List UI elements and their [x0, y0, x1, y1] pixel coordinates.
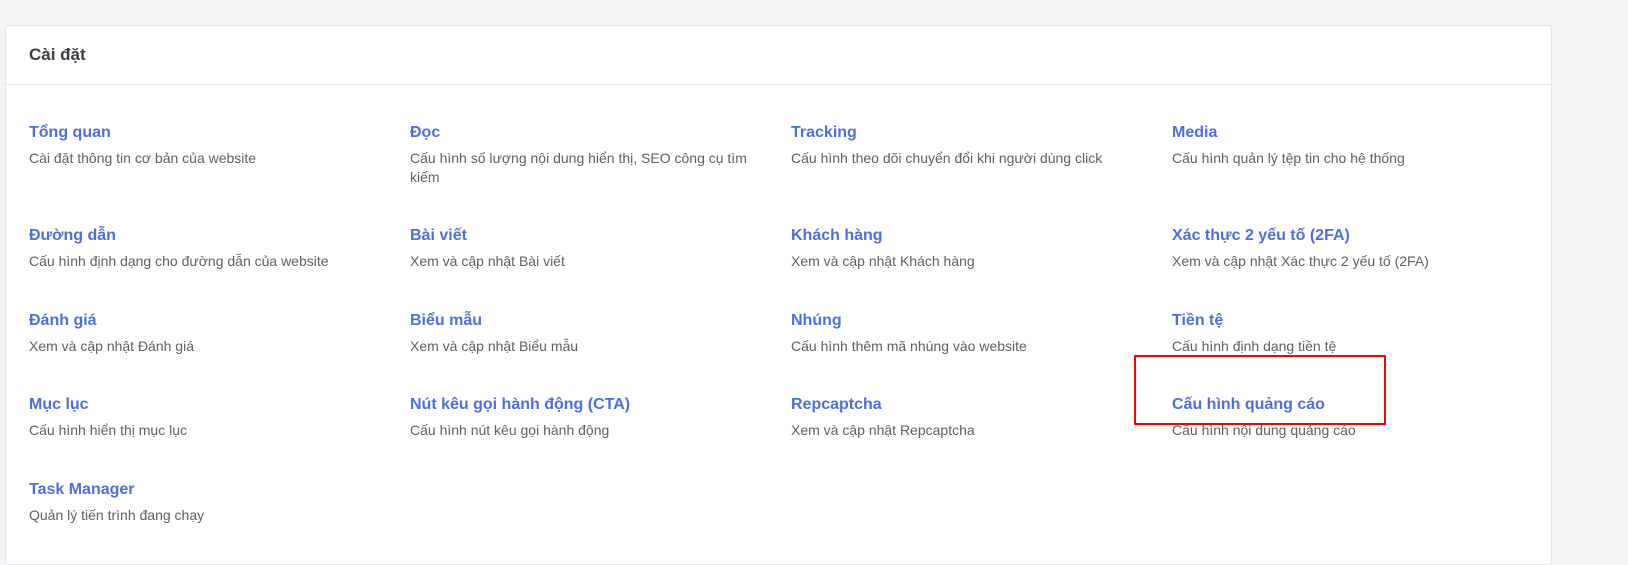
setting-link-2fa[interactable]: Xác thực 2 yếu tố (2FA)	[1172, 226, 1532, 246]
setting-desc-toc: Cấu hình hiển thị mục lục	[29, 422, 187, 438]
setting-item-tracking[interactable]: Tracking Cấu hình theo dõi chuyển đổi kh…	[791, 123, 1151, 168]
setting-link-task-manager[interactable]: Task Manager	[29, 480, 389, 500]
setting-item-overview[interactable]: Tổng quan Cài đặt thông tin cơ bản của w…	[29, 123, 389, 168]
setting-item-customers[interactable]: Khách hàng Xem và cập nhật Khách hàng	[791, 226, 1151, 271]
setting-link-currency[interactable]: Tiền tệ	[1172, 311, 1532, 331]
setting-desc-reviews: Xem và cập nhật Đánh giá	[29, 338, 194, 354]
setting-item-posts[interactable]: Bài viết Xem và cập nhật Bài viết	[410, 226, 770, 271]
setting-link-embed[interactable]: Nhúng	[791, 311, 1151, 331]
setting-item-task-manager[interactable]: Task Manager Quản lý tiến trình đang chạ…	[29, 480, 389, 525]
setting-item-reviews[interactable]: Đánh giá Xem và cập nhật Đánh giá	[29, 311, 389, 356]
setting-link-customers[interactable]: Khách hàng	[791, 226, 1151, 246]
setting-link-reading[interactable]: Đọc	[410, 123, 770, 143]
setting-link-posts[interactable]: Bài viết	[410, 226, 770, 246]
setting-item-toc[interactable]: Mục lục Cấu hình hiển thị mục lục	[29, 395, 389, 440]
setting-link-toc[interactable]: Mục lục	[29, 395, 389, 415]
setting-desc-permalinks: Cấu hình định dạng cho đường dẫn của web…	[29, 253, 329, 269]
setting-item-embed[interactable]: Nhúng Cấu hình thêm mã nhúng vào website	[791, 311, 1151, 356]
setting-desc-overview: Cài đặt thông tin cơ bản của website	[29, 150, 257, 166]
setting-link-reviews[interactable]: Đánh giá	[29, 311, 389, 331]
setting-desc-media: Cấu hình quản lý tệp tin cho hệ thống	[1172, 150, 1405, 166]
setting-desc-embed: Cấu hình thêm mã nhúng vào website	[791, 338, 1027, 354]
page-title: Cài đặt	[29, 45, 86, 64]
setting-desc-posts: Xem và cập nhật Bài viết	[410, 253, 565, 269]
settings-card: Cài đặt Tổng quan Cài đặt thông tin cơ b…	[5, 25, 1552, 565]
setting-link-cta[interactable]: Nút kêu gọi hành động (CTA)	[410, 395, 770, 415]
setting-link-overview[interactable]: Tổng quan	[29, 123, 389, 143]
setting-item-cta[interactable]: Nút kêu gọi hành động (CTA) Cấu hình nút…	[410, 395, 770, 440]
setting-link-tracking[interactable]: Tracking	[791, 123, 1151, 143]
setting-link-permalinks[interactable]: Đường dẫn	[29, 226, 389, 246]
setting-item-media[interactable]: Media Cấu hình quản lý tệp tin cho hệ th…	[1172, 123, 1532, 168]
setting-item-reading[interactable]: Đọc Cấu hình số lượng nội dung hiển thị,…	[410, 123, 770, 187]
setting-item-currency[interactable]: Tiền tệ Cấu hình định dạng tiền tệ	[1172, 311, 1532, 356]
setting-item-2fa[interactable]: Xác thực 2 yếu tố (2FA) Xem và cập nhật …	[1172, 226, 1532, 271]
setting-desc-currency: Cấu hình định dạng tiền tệ	[1172, 338, 1337, 354]
setting-desc-recaptcha: Xem và cập nhật Repcaptcha	[791, 422, 975, 438]
setting-link-ads[interactable]: Cấu hình quảng cáo	[1172, 395, 1532, 415]
setting-item-forms[interactable]: Biểu mẫu Xem và cập nhật Biểu mẫu	[410, 311, 770, 356]
setting-link-media[interactable]: Media	[1172, 123, 1532, 143]
setting-desc-cta: Cấu hình nút kêu gọi hành động	[410, 422, 610, 438]
setting-desc-reading: Cấu hình số lượng nội dung hiển thị, SEO…	[410, 150, 747, 185]
card-header: Cài đặt	[6, 26, 1551, 85]
setting-desc-customers: Xem và cập nhật Khách hàng	[791, 253, 975, 269]
setting-desc-task-manager: Quản lý tiến trình đang chạy	[29, 507, 205, 523]
setting-desc-forms: Xem và cập nhật Biểu mẫu	[410, 338, 579, 354]
setting-desc-ads: Cấu hình nội dung quảng cáo	[1172, 422, 1356, 438]
setting-desc-tracking: Cấu hình theo dõi chuyển đổi khi người d…	[791, 150, 1103, 166]
setting-item-recaptcha[interactable]: Repcaptcha Xem và cập nhật Repcaptcha	[791, 395, 1151, 440]
setting-desc-2fa: Xem và cập nhật Xác thực 2 yếu tố (2FA)	[1172, 253, 1429, 269]
setting-item-ads[interactable]: Cấu hình quảng cáo Cấu hình nội dung quả…	[1172, 395, 1532, 440]
setting-link-forms[interactable]: Biểu mẫu	[410, 311, 770, 331]
setting-item-permalinks[interactable]: Đường dẫn Cấu hình định dạng cho đường d…	[29, 226, 389, 271]
setting-link-recaptcha[interactable]: Repcaptcha	[791, 395, 1151, 415]
